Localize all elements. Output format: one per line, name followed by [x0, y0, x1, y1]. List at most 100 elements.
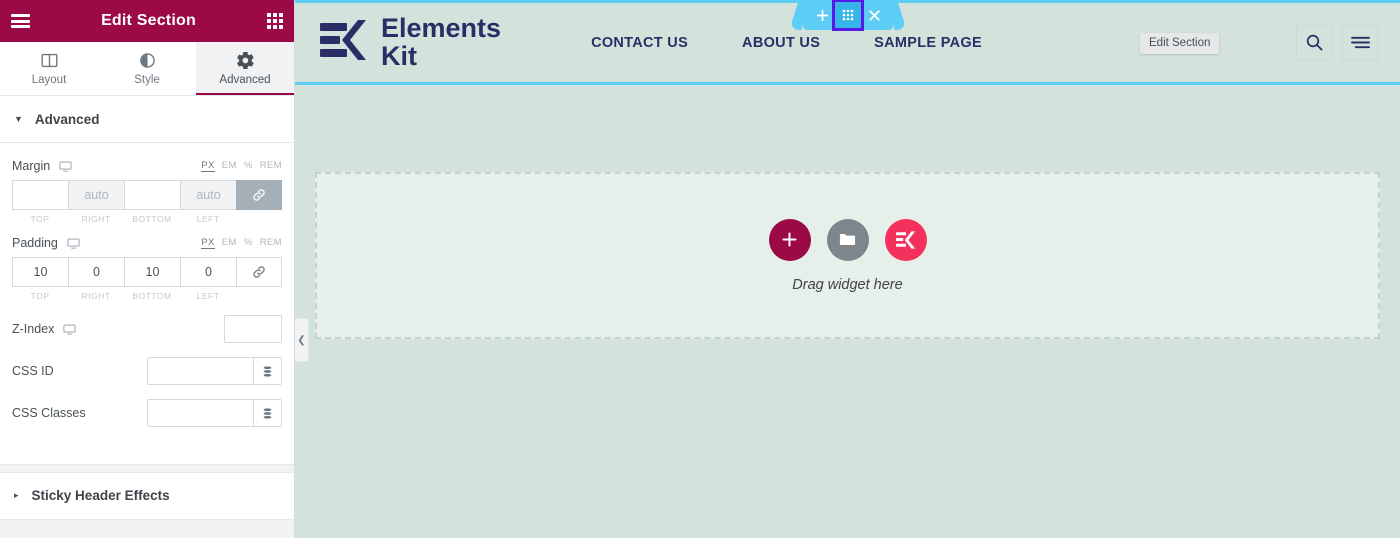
panel-collapse-handle[interactable]: ❮ — [295, 318, 309, 362]
margin-right-input[interactable]: auto — [68, 180, 124, 210]
gear-icon — [236, 51, 254, 69]
margin-units: PX EM % REM — [201, 160, 282, 172]
dynamic-tags-icon[interactable] — [253, 358, 281, 384]
margin-top-input[interactable] — [12, 180, 68, 210]
padding-label: Padding — [12, 236, 58, 250]
padding-units: PX EM % REM — [201, 237, 282, 249]
site-logo[interactable]: Elements Kit — [320, 12, 502, 71]
tab-style[interactable]: Style — [98, 42, 196, 95]
elementskit-logo-icon — [320, 18, 368, 67]
margin-bottom-input[interactable] — [124, 180, 180, 210]
close-icon[interactable] — [861, 4, 887, 26]
widget-dropzone[interactable]: Drag widget here — [315, 172, 1380, 339]
css-id-control: CSS ID — [12, 343, 282, 385]
margin-label-bottom: BOTTOM — [132, 214, 172, 224]
zindex-label: Z-Index — [12, 322, 55, 336]
contrast-icon — [139, 52, 156, 69]
padding-unit-em[interactable]: EM — [222, 237, 237, 248]
padding-label-bottom: BOTTOM — [132, 291, 172, 301]
advanced-section-title: Advanced — [34, 111, 100, 127]
panel-footer — [0, 519, 294, 538]
sticky-header-effects-section[interactable]: ▸ Sticky Header Effects — [0, 472, 294, 520]
zindex-input[interactable] — [224, 315, 282, 343]
edit-section-tooltip: Edit Section — [1140, 33, 1220, 54]
margin-link-values-button[interactable] — [236, 180, 282, 210]
chevron-left-icon: ❮ — [297, 334, 306, 346]
tab-advanced-label: Advanced — [219, 73, 271, 86]
plus-icon[interactable] — [809, 4, 835, 26]
panel-controls: Margin PX EM % REM auto auto TOP RIGHT B… — [0, 143, 294, 446]
page-preview: Elements Kit CONTACT US ABOUT US SAMPLE … — [295, 0, 1400, 538]
margin-side-labels: TOP RIGHT BOTTOM LEFT — [12, 214, 282, 224]
columns-icon — [41, 52, 58, 69]
margin-unit-rem[interactable]: REM — [260, 160, 282, 171]
add-widget-button[interactable] — [768, 218, 811, 261]
chevron-right-icon: ▸ — [14, 490, 19, 500]
padding-left-input[interactable]: 0 — [180, 257, 236, 287]
hamburger-menu-icon[interactable] — [1342, 24, 1378, 61]
hamburger-icon[interactable] — [11, 14, 30, 28]
elementskit-widgets-button[interactable] — [884, 218, 927, 261]
panel-header: Edit Section — [0, 0, 294, 42]
desktop-icon[interactable] — [59, 160, 72, 173]
dynamic-tags-icon[interactable] — [253, 400, 281, 426]
padding-unit-rem[interactable]: REM — [260, 237, 282, 248]
css-classes-label: CSS Classes — [12, 406, 86, 420]
padding-bottom-input[interactable]: 10 — [124, 257, 180, 287]
padding-label-left: LEFT — [196, 291, 220, 301]
advanced-section-header[interactable]: ▼ Advanced — [0, 96, 294, 143]
tab-layout-label: Layout — [31, 73, 67, 86]
logo-line-1: Elements — [381, 12, 502, 43]
margin-control: Margin PX EM % REM auto auto TOP RIGHT B… — [12, 147, 282, 224]
margin-unit-em[interactable]: EM — [222, 160, 237, 171]
nav-item-about-us[interactable]: ABOUT US — [742, 35, 820, 51]
panel-divider — [0, 463, 294, 473]
margin-label-left: LEFT — [196, 214, 220, 224]
elementor-editor: Edit Section Layout Style Advanced ▼ Adv… — [0, 0, 1400, 538]
logo-line-2: Kit — [381, 40, 417, 71]
nav-item-contact-us[interactable]: CONTACT US — [591, 35, 688, 51]
editor-panel: Edit Section Layout Style Advanced ▼ Adv… — [0, 0, 295, 538]
desktop-icon[interactable] — [67, 237, 80, 250]
site-logo-text: Elements Kit — [381, 12, 502, 71]
padding-label-right: RIGHT — [81, 291, 111, 301]
panel-title: Edit Section — [101, 12, 196, 29]
grid-apps-icon[interactable] — [266, 13, 283, 29]
site-nav: CONTACT US ABOUT US SAMPLE PAGE — [591, 35, 982, 51]
padding-unit-pct[interactable]: % — [244, 237, 253, 248]
margin-label: Margin — [12, 159, 51, 173]
template-library-button[interactable] — [826, 218, 869, 261]
margin-label-top: TOP — [30, 214, 50, 224]
tab-layout[interactable]: Layout — [0, 42, 98, 95]
zindex-control: Z-Index — [12, 301, 282, 343]
grid-dots-icon[interactable] — [832, 0, 864, 31]
css-classes-input[interactable] — [148, 400, 253, 426]
tab-style-label: Style — [134, 73, 160, 86]
chevron-down-icon: ▼ — [14, 114, 23, 124]
css-classes-control: CSS Classes — [12, 385, 282, 427]
padding-unit-px[interactable]: PX — [201, 237, 215, 249]
margin-unit-px[interactable]: PX — [201, 160, 215, 172]
padding-link-values-button[interactable] — [236, 257, 282, 287]
padding-right-input[interactable]: 0 — [68, 257, 124, 287]
margin-unit-pct[interactable]: % — [244, 160, 253, 171]
panel-tabs: Layout Style Advanced — [0, 42, 294, 96]
desktop-icon[interactable] — [63, 323, 77, 336]
margin-label-right: RIGHT — [81, 214, 111, 224]
padding-control: Padding PX EM % REM 10 0 10 0 TOP RIGHT … — [12, 224, 282, 301]
sticky-header-effects-title: Sticky Header Effects — [31, 488, 170, 503]
search-icon[interactable] — [1296, 24, 1332, 61]
section-edit-toolbar — [803, 0, 893, 31]
nav-item-sample-page[interactable]: SAMPLE PAGE — [874, 35, 982, 51]
margin-left-input[interactable]: auto — [180, 180, 236, 210]
padding-top-input[interactable]: 10 — [12, 257, 68, 287]
tab-advanced[interactable]: Advanced — [196, 42, 294, 95]
css-id-input[interactable] — [148, 358, 253, 384]
dropzone-buttons — [768, 218, 927, 261]
css-id-label: CSS ID — [12, 364, 54, 378]
dropzone-label: Drag widget here — [792, 276, 903, 293]
padding-side-labels: TOP RIGHT BOTTOM LEFT — [12, 291, 282, 301]
header-tools — [1296, 24, 1378, 61]
